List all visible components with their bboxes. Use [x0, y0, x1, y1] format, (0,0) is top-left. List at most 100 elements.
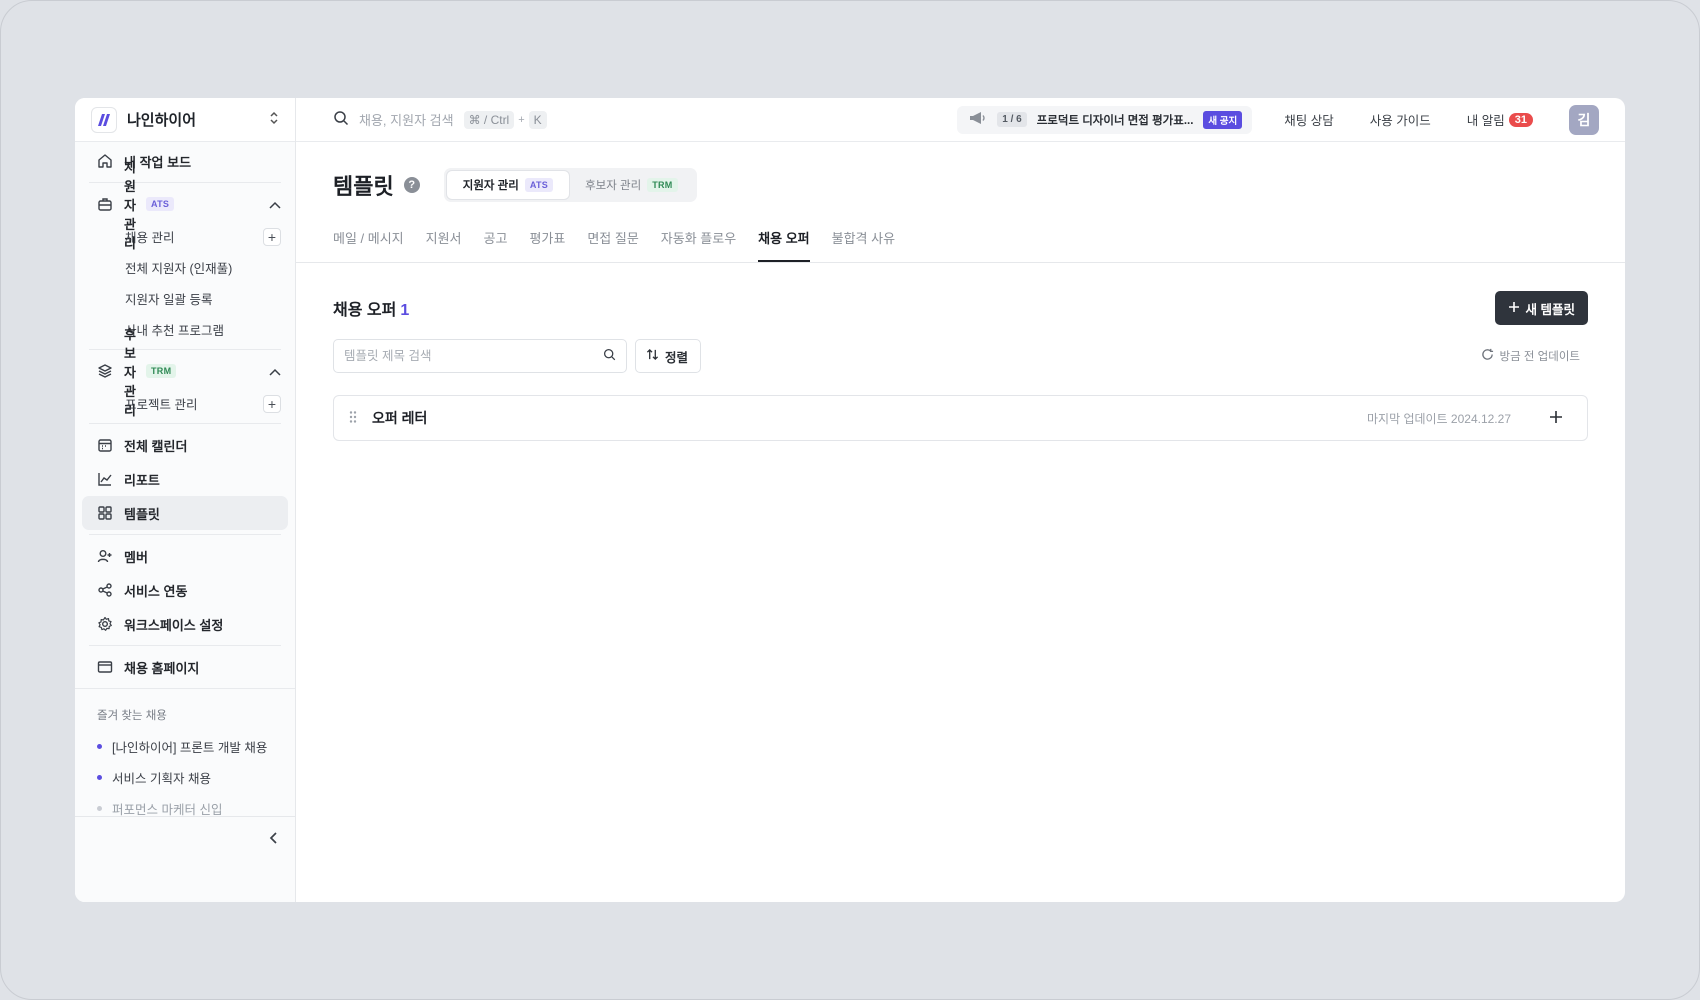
user-guide-link[interactable]: 사용 가이드 [1370, 110, 1431, 129]
sidebar-item-label: 채용 홈페이지 [124, 660, 200, 676]
help-icon[interactable]: ? [403, 177, 420, 193]
favorite-item[interactable]: 퍼포먼스 마케터 신입 [75, 793, 295, 816]
browser-window-icon [96, 658, 114, 676]
template-name: 오퍼 레터 [372, 410, 428, 426]
tab-job-posting[interactable]: 공고 [484, 228, 508, 262]
notice-banner[interactable]: 1 / 6 프로덕트 디자이너 면접 평가표... 새 공지 [957, 105, 1253, 134]
segment-candidates[interactable]: 후보자 관리 TRM [569, 171, 694, 199]
sidebar-item-label: 전체 캘린더 [124, 438, 188, 454]
bullet-dot-icon [97, 806, 102, 811]
favorites-title: 즐겨 찾는 채용 [97, 710, 167, 722]
sidebar-item-dashboard[interactable]: 내 작업 보드 [75, 144, 295, 178]
add-project-button[interactable]: + [263, 394, 281, 413]
sidebar-group-applicants[interactable]: 지원자 관리 ATS [75, 160, 295, 251]
sidebar-footer [75, 816, 295, 902]
add-job-button[interactable]: + [263, 227, 281, 246]
bullet-dot-icon [97, 744, 102, 749]
sidebar-nav: 내 작업 보드 지원자 관리 ATS 채용 관리 + 전체 지원자 (인재풀) … [75, 142, 295, 816]
tab-automation-flow[interactable]: 자동화 플로우 [661, 228, 736, 262]
sidebar-item-template[interactable]: 템플릿 [82, 496, 288, 530]
app-window: 나인하이어 내 작업 보드 지원자 관리 ATS 채용 관리 + 전체 지원자 … [75, 98, 1625, 902]
sidebar-item-integration[interactable]: 서비스 연동 [75, 573, 295, 607]
table-row[interactable]: 오퍼 레터 마지막 업데이트 2024.12.27 [333, 395, 1588, 441]
segment-applicants[interactable]: 지원자 관리 ATS [446, 171, 570, 199]
workspace-name: 나인하이어 [127, 112, 197, 129]
tab-application-form[interactable]: 지원서 [426, 228, 462, 262]
workspace-logo-icon [91, 106, 117, 133]
tab-rejection-reason[interactable]: 불합격 사유 [832, 228, 895, 262]
shortcut-key: K [528, 110, 547, 129]
divider [89, 349, 281, 350]
search-icon [333, 110, 349, 129]
new-notice-badge: 새 공지 [1203, 110, 1243, 129]
favorite-item[interactable]: 서비스 기획자 채용 [75, 762, 295, 793]
favorite-item-label: 퍼포먼스 마케터 신입 [112, 803, 223, 816]
sidebar-group-candidates[interactable]: 후보자 관리 TRM [75, 327, 295, 418]
chevron-up-icon[interactable] [269, 364, 281, 379]
sidebar: 나인하이어 내 작업 보드 지원자 관리 ATS 채용 관리 + 전체 지원자 … [75, 98, 296, 902]
divider [89, 423, 281, 424]
gear-icon [96, 615, 114, 633]
sidebar-item-label: 내 작업 보드 [124, 154, 192, 170]
divider [75, 688, 295, 689]
template-updated: 마지막 업데이트 2024.12.27 [1366, 411, 1511, 426]
page-header: 템플릿 ? 지원자 관리 ATS 후보자 관리 TRM 메일 / 메시지 지원서… [296, 142, 1625, 263]
notifications-label: 내 알림 [1466, 114, 1505, 128]
main-content: 채용, 지원자 검색 ⌘ / Ctrl + K 1 / 6 프로덕트 디자이너 … [296, 98, 1625, 902]
template-search-input[interactable] [344, 349, 597, 363]
sidebar-item-projects[interactable]: 프로젝트 관리 + [75, 388, 295, 419]
sort-button[interactable]: 정렬 [635, 339, 702, 373]
section-count: 1 [400, 302, 410, 319]
segment-label: 후보자 관리 [585, 180, 642, 192]
favorite-item-label: 서비스 기획자 채용 [112, 772, 211, 786]
share-icon [96, 581, 114, 599]
sidebar-item-workspace-settings[interactable]: 워크스페이스 설정 [75, 607, 295, 641]
sidebar-item-calendar[interactable]: 전체 캘린더 [75, 428, 295, 462]
user-plus-icon [96, 547, 114, 565]
avatar[interactable]: 김 [1569, 104, 1599, 135]
scope-segmented-control: 지원자 관리 ATS 후보자 관리 TRM [443, 168, 697, 202]
sort-label: 정렬 [665, 350, 689, 365]
new-template-button[interactable]: 새 템플릿 [1494, 291, 1588, 325]
tab-evaluation[interactable]: 평가표 [529, 228, 565, 262]
sidebar-item-bulk-register[interactable]: 지원자 일괄 등록 [75, 283, 295, 314]
sidebar-item-all-applicants[interactable]: 전체 지원자 (인재풀) [75, 252, 295, 283]
shortcut-plus: + [518, 113, 525, 126]
sidebar-item-report[interactable]: 리포트 [75, 462, 295, 496]
refresh-icon [1481, 348, 1494, 364]
section-title-text: 채용 오퍼 [333, 302, 397, 319]
sidebar-item-career-page[interactable]: 채용 홈페이지 [75, 650, 295, 684]
favorite-item[interactable]: [나인하이어] 프론트 개발 채용 [75, 731, 295, 762]
sidebar-item-label: 워크스페이스 설정 [124, 617, 224, 633]
search-icon [603, 348, 616, 364]
sidebar-item-label: 리포트 [124, 472, 160, 488]
sidebar-item-job-management[interactable]: 채용 관리 + [75, 221, 295, 252]
chevron-up-icon[interactable] [269, 197, 281, 212]
layers-icon [96, 362, 114, 380]
global-search[interactable]: 채용, 지원자 검색 ⌘ / Ctrl + K [333, 110, 957, 129]
bullet-dot-icon [97, 775, 102, 780]
sidebar-item-label: 멤버 [124, 549, 148, 565]
shortcut-mod-key: ⌘ / Ctrl [463, 110, 515, 129]
sidebar-item-label: 전체 지원자 (인재풀) [125, 262, 233, 276]
workspace-switcher[interactable]: 나인하이어 [75, 98, 295, 142]
collapse-sidebar-icon[interactable] [269, 831, 279, 848]
sidebar-item-referral[interactable]: 사내 추천 프로그램 [75, 314, 295, 345]
megaphone-icon [969, 111, 987, 128]
calendar-icon [96, 436, 114, 454]
topbar: 채용, 지원자 검색 ⌘ / Ctrl + K 1 / 6 프로덕트 디자이너 … [296, 98, 1625, 142]
search-placeholder: 채용, 지원자 검색 [359, 113, 454, 128]
notifications-button[interactable]: 내 알림 31 [1467, 110, 1533, 129]
chat-support-link[interactable]: 채팅 상담 [1284, 110, 1333, 129]
drag-handle-icon[interactable] [348, 410, 358, 427]
tab-mail-message[interactable]: 메일 / 메시지 [333, 228, 404, 262]
favorite-item-label: [나인하이어] 프론트 개발 채용 [112, 741, 268, 755]
sidebar-item-label: 사내 추천 프로그램 [125, 324, 224, 338]
tab-job-offer[interactable]: 채용 오퍼 [758, 228, 810, 262]
plus-icon[interactable] [1549, 408, 1563, 428]
trm-tag: TRM [145, 364, 177, 378]
refresh-button[interactable]: 방금 전 업데이트 [1481, 348, 1580, 364]
tab-interview-questions[interactable]: 면접 질문 [587, 228, 638, 262]
grid-icon [96, 504, 114, 522]
sidebar-item-member[interactable]: 멤버 [75, 539, 295, 573]
